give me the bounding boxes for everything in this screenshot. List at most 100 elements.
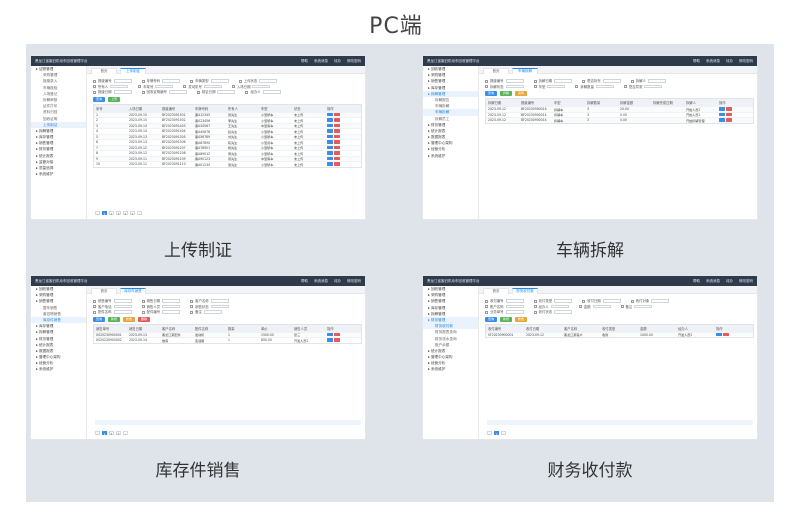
checkbox[interactable]: [183, 85, 187, 88]
filter-input[interactable]: [644, 84, 663, 89]
filter-input[interactable]: [217, 90, 236, 94]
delete-button[interactable]: [334, 129, 340, 133]
checkbox[interactable]: [630, 299, 634, 303]
filter-field[interactable]: 拆解状态: [485, 84, 524, 90]
toolbar-link[interactable]: 帮助: [301, 279, 308, 284]
filter-field[interactable]: 金额: [578, 304, 611, 310]
filter-input[interactable]: [162, 79, 181, 83]
filter-input[interactable]: [505, 299, 524, 303]
filter-input[interactable]: [259, 79, 278, 83]
prev-page-button[interactable]: ‹: [95, 431, 100, 436]
edit-button[interactable]: [327, 156, 333, 160]
page-number[interactable]: 5: [130, 211, 135, 216]
toolbar-link[interactable]: 待办: [726, 279, 733, 284]
checkbox[interactable]: [620, 305, 624, 308]
checkbox[interactable]: [190, 79, 194, 83]
page-number[interactable]: 2: [109, 211, 114, 216]
checkbox[interactable]: [93, 79, 96, 83]
table-row[interactable]: 1 2023-09-15 BF2023091501 黑A12345 张先生 小型轿车 未上传: [94, 111, 361, 117]
action-button[interactable]: 新增: [500, 316, 512, 322]
action-button[interactable]: 修改: [123, 316, 135, 322]
edit-button[interactable]: [327, 134, 333, 138]
delete-button[interactable]: [334, 112, 340, 116]
filter-input[interactable]: [210, 299, 229, 303]
checkbox[interactable]: [93, 310, 96, 314]
delete-button[interactable]: [334, 338, 340, 342]
edit-button[interactable]: [327, 151, 333, 155]
checkbox[interactable]: [238, 79, 242, 83]
edit-button[interactable]: [327, 140, 333, 144]
table-row[interactable]: 8 2023-09-12 BF2023091208 黑A89012 黄先生 小型轿车 未上传: [94, 150, 361, 156]
delete-button[interactable]: [723, 332, 729, 336]
filter-input[interactable]: [155, 84, 174, 89]
sidebar-item[interactable]: ▸ 系统维护: [423, 153, 478, 159]
checkbox[interactable]: [138, 85, 142, 88]
filter-field[interactable]: 是否异常: [623, 84, 663, 90]
page-number[interactable]: 4: [123, 211, 128, 216]
filter-input[interactable]: [113, 90, 132, 94]
filter-field[interactable]: 拆解数量: [575, 84, 614, 90]
action-button[interactable]: 完成: [515, 91, 527, 96]
filter-field[interactable]: 回收证明编号: [141, 89, 187, 95]
filter-input[interactable]: [554, 299, 573, 303]
filter-field[interactable]: 经办人: [245, 89, 281, 95]
delete-button[interactable]: [334, 140, 340, 144]
toolbar-link[interactable]: 帮助: [301, 59, 308, 64]
filter-input[interactable]: [262, 90, 281, 94]
next-page-button[interactable]: ›: [137, 211, 142, 216]
checkbox[interactable]: [141, 299, 145, 303]
checkbox[interactable]: [93, 85, 96, 88]
toolbar-link[interactable]: 修改密码: [739, 279, 753, 284]
edit-button[interactable]: [327, 118, 333, 122]
table-row[interactable]: XS20230900002 2023-09-14 散客 变速箱 1 800.00 开发人员2: [94, 337, 361, 343]
toolbar-link[interactable]: 修改密码: [739, 59, 753, 64]
edit-button[interactable]: [716, 332, 722, 336]
next-page-button[interactable]: ›: [501, 431, 506, 436]
checkbox[interactable]: [533, 310, 537, 314]
filter-input[interactable]: [505, 310, 524, 314]
action-button[interactable]: 上传: [108, 96, 120, 102]
checkbox[interactable]: [485, 305, 488, 308]
table-row[interactable]: XS20230900001 2023-09-13 黑龙江某配件 发动机 1 1500.00…: [94, 331, 361, 337]
checkbox[interactable]: [575, 85, 579, 88]
filter-input[interactable]: [550, 304, 569, 309]
filter-input[interactable]: [162, 304, 181, 309]
action-button[interactable]: 拆解: [500, 91, 512, 96]
action-button[interactable]: 查询: [93, 96, 105, 102]
filter-field[interactable]: 备注: [620, 304, 653, 310]
filter-field[interactable]: 配件编号: [141, 309, 181, 315]
page-number[interactable]: 3: [116, 431, 121, 436]
delete-button[interactable]: [334, 156, 340, 160]
checkbox[interactable]: [623, 85, 627, 88]
action-button[interactable]: 查询: [485, 316, 497, 322]
table-row[interactable]: 3 2023-09-14 BF2023091403 黑A34567 王先生 中型客车 未上传: [94, 122, 361, 128]
filter-field[interactable]: 收付状态: [533, 309, 573, 315]
toolbar-link[interactable]: 帮助: [693, 279, 700, 284]
checkbox[interactable]: [485, 310, 488, 314]
filter-input[interactable]: [602, 299, 621, 303]
checkbox[interactable]: [582, 299, 586, 303]
table-row[interactable]: 2023-09-12 BF20230900014 拆解车 3 0.00 开始人员2: [486, 111, 753, 117]
table-row[interactable]: 7 2023-09-12 BF2023091207 黑A78901 杨先生 小型轿车 未上传: [94, 144, 361, 150]
filter-input[interactable]: [592, 304, 611, 309]
toolbar-link[interactable]: 修改密码: [347, 279, 361, 284]
checkbox[interactable]: [141, 305, 145, 308]
action-button[interactable]: 查询: [93, 316, 105, 322]
delete-button[interactable]: [726, 107, 732, 111]
action-button[interactable]: 新增: [108, 316, 120, 322]
table-row[interactable]: 9 2023-09-11 BF2023091109 黑A90123 周先生 中型客车 未上传: [94, 155, 361, 161]
checkbox[interactable]: [141, 79, 145, 83]
delete-button[interactable]: [726, 112, 732, 116]
edit-button[interactable]: [327, 332, 333, 336]
filter-input[interactable]: [554, 310, 573, 314]
delete-button[interactable]: [334, 151, 340, 155]
action-button[interactable]: 修改: [515, 316, 527, 322]
toolbar-link[interactable]: 系统消息: [706, 59, 720, 64]
toolbar-link[interactable]: 系统消息: [706, 279, 720, 284]
delete-button[interactable]: [334, 162, 340, 166]
filter-input[interactable]: [595, 84, 614, 89]
filter-input[interactable]: [113, 310, 132, 314]
filter-field[interactable]: 车型: [533, 84, 566, 90]
edit-button[interactable]: [719, 107, 725, 111]
page-number[interactable]: 1: [494, 431, 499, 436]
